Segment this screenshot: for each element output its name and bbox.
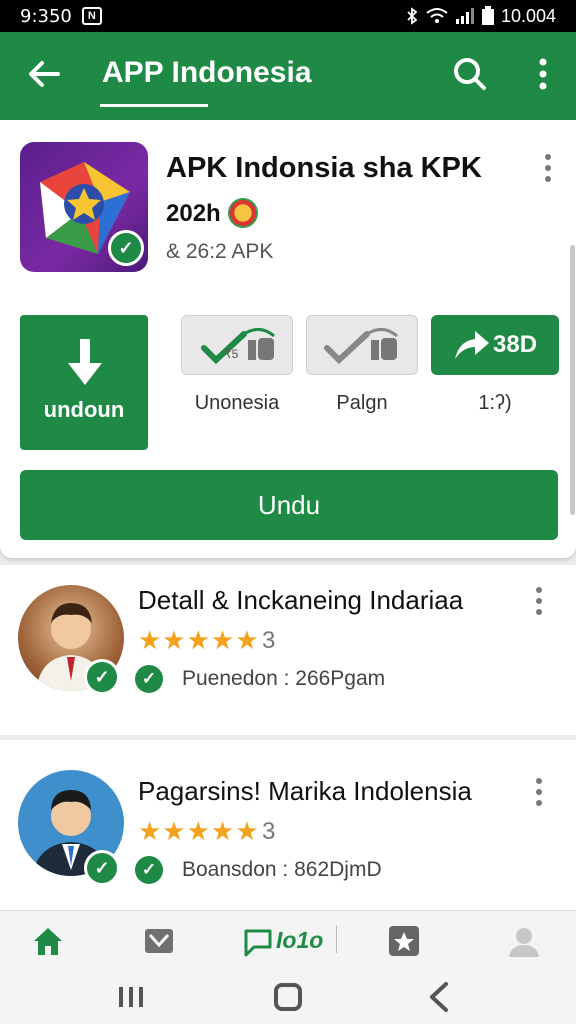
share-label: 1:ʔ) [478, 392, 512, 414]
more-vert-icon[interactable] [528, 52, 558, 96]
rating-value: 3 [262, 818, 276, 845]
svg-text:₹5: ₹5 [224, 347, 239, 361]
wifi-icon [426, 8, 448, 23]
status-bar: 9:350 N 10.004 [0, 0, 576, 32]
list-item-title: Pagarsins! Marika Indolensia [138, 776, 472, 806]
action-label-1: Unonesia [194, 392, 280, 414]
status-time: 9:350 [20, 5, 72, 27]
list-item-more-icon[interactable] [529, 583, 549, 619]
verified-badge-icon: ✓ [108, 230, 144, 266]
notification-icon: N [81, 7, 102, 25]
search-icon[interactable] [448, 52, 492, 96]
check-circle-icon: ✓ [135, 856, 163, 884]
list-item-meta: Boansdon : 862DjmD [182, 858, 382, 881]
verified-badge-icon: ✓ [84, 659, 120, 695]
card-more-icon[interactable] [538, 150, 558, 186]
status-right: 10.004 [405, 6, 556, 27]
bluetooth-icon [407, 7, 418, 25]
profile-icon[interactable] [506, 923, 542, 959]
nav-divider [336, 925, 337, 953]
list-item-meta: Puenedon : 266Pgam [182, 667, 386, 690]
emblem-icon [228, 198, 258, 228]
list-item-title: Detall & Inckaneing Indariaa [138, 585, 464, 615]
check-thumb-grey-icon [324, 328, 398, 365]
recent-apps-icon[interactable] [114, 980, 148, 1014]
home-button-icon[interactable] [271, 980, 305, 1014]
action-button-1[interactable]: ₹5 [181, 315, 293, 375]
title-underline [100, 104, 208, 107]
star-icon[interactable] [386, 923, 422, 959]
check-circle-icon: ✓ [135, 665, 163, 693]
app-detail-card: ✓ APK Indonsia sha KPK 202h & 26:2 APK u… [0, 120, 576, 558]
inbox-icon[interactable] [141, 923, 177, 959]
action-button-2[interactable] [306, 315, 418, 375]
chat-icon[interactable] [240, 923, 276, 959]
app-bar: APP Indonesia [0, 32, 576, 120]
battery-icon [481, 6, 494, 25]
page-title: APP Indonesia [102, 56, 312, 89]
rating-value: 3 [262, 627, 276, 654]
battery-text: 10.004 [500, 5, 556, 26]
download-label: undoun [43, 397, 125, 422]
list-item[interactable]: ✓ Detall & Inckaneing Indariaa ★★★★★ 3 ✓… [0, 565, 576, 735]
list-item[interactable]: ✓ Pagarsins! Marika Indolensia ★★★★★ 3 ✓… [0, 740, 576, 910]
star-rating: ★★★★★ [138, 816, 260, 846]
check-thumb-icon: ₹5 [201, 328, 275, 365]
app-subtitle: & 26:2 APK [166, 240, 274, 263]
nav-center-label[interactable]: Io1o [276, 927, 323, 954]
system-navigation [0, 970, 576, 1024]
signal-icon [455, 8, 474, 24]
app-year: 202h [166, 200, 221, 227]
back-button-icon[interactable] [422, 980, 456, 1014]
share-count: 38D [493, 331, 538, 358]
app-icon[interactable]: ✓ [20, 142, 148, 272]
download-arrow-icon [68, 339, 102, 385]
action-label-2: Palgn [336, 392, 388, 414]
star-rating: ★★★★★ [138, 625, 260, 655]
home-icon[interactable] [30, 923, 66, 959]
share-arrow-icon [455, 331, 489, 359]
share-button[interactable]: 38D [431, 315, 559, 375]
scrollbar[interactable] [570, 245, 575, 515]
bottom-navigation: Io1o [0, 910, 576, 970]
app-name: APK Indonsia sha KPK [166, 152, 482, 184]
install-button[interactable]: Undu [20, 470, 558, 540]
back-arrow-icon[interactable] [22, 52, 66, 96]
list-item-more-icon[interactable] [529, 774, 549, 810]
verified-badge-icon: ✓ [84, 850, 120, 886]
download-button[interactable]: undoun [20, 315, 148, 450]
